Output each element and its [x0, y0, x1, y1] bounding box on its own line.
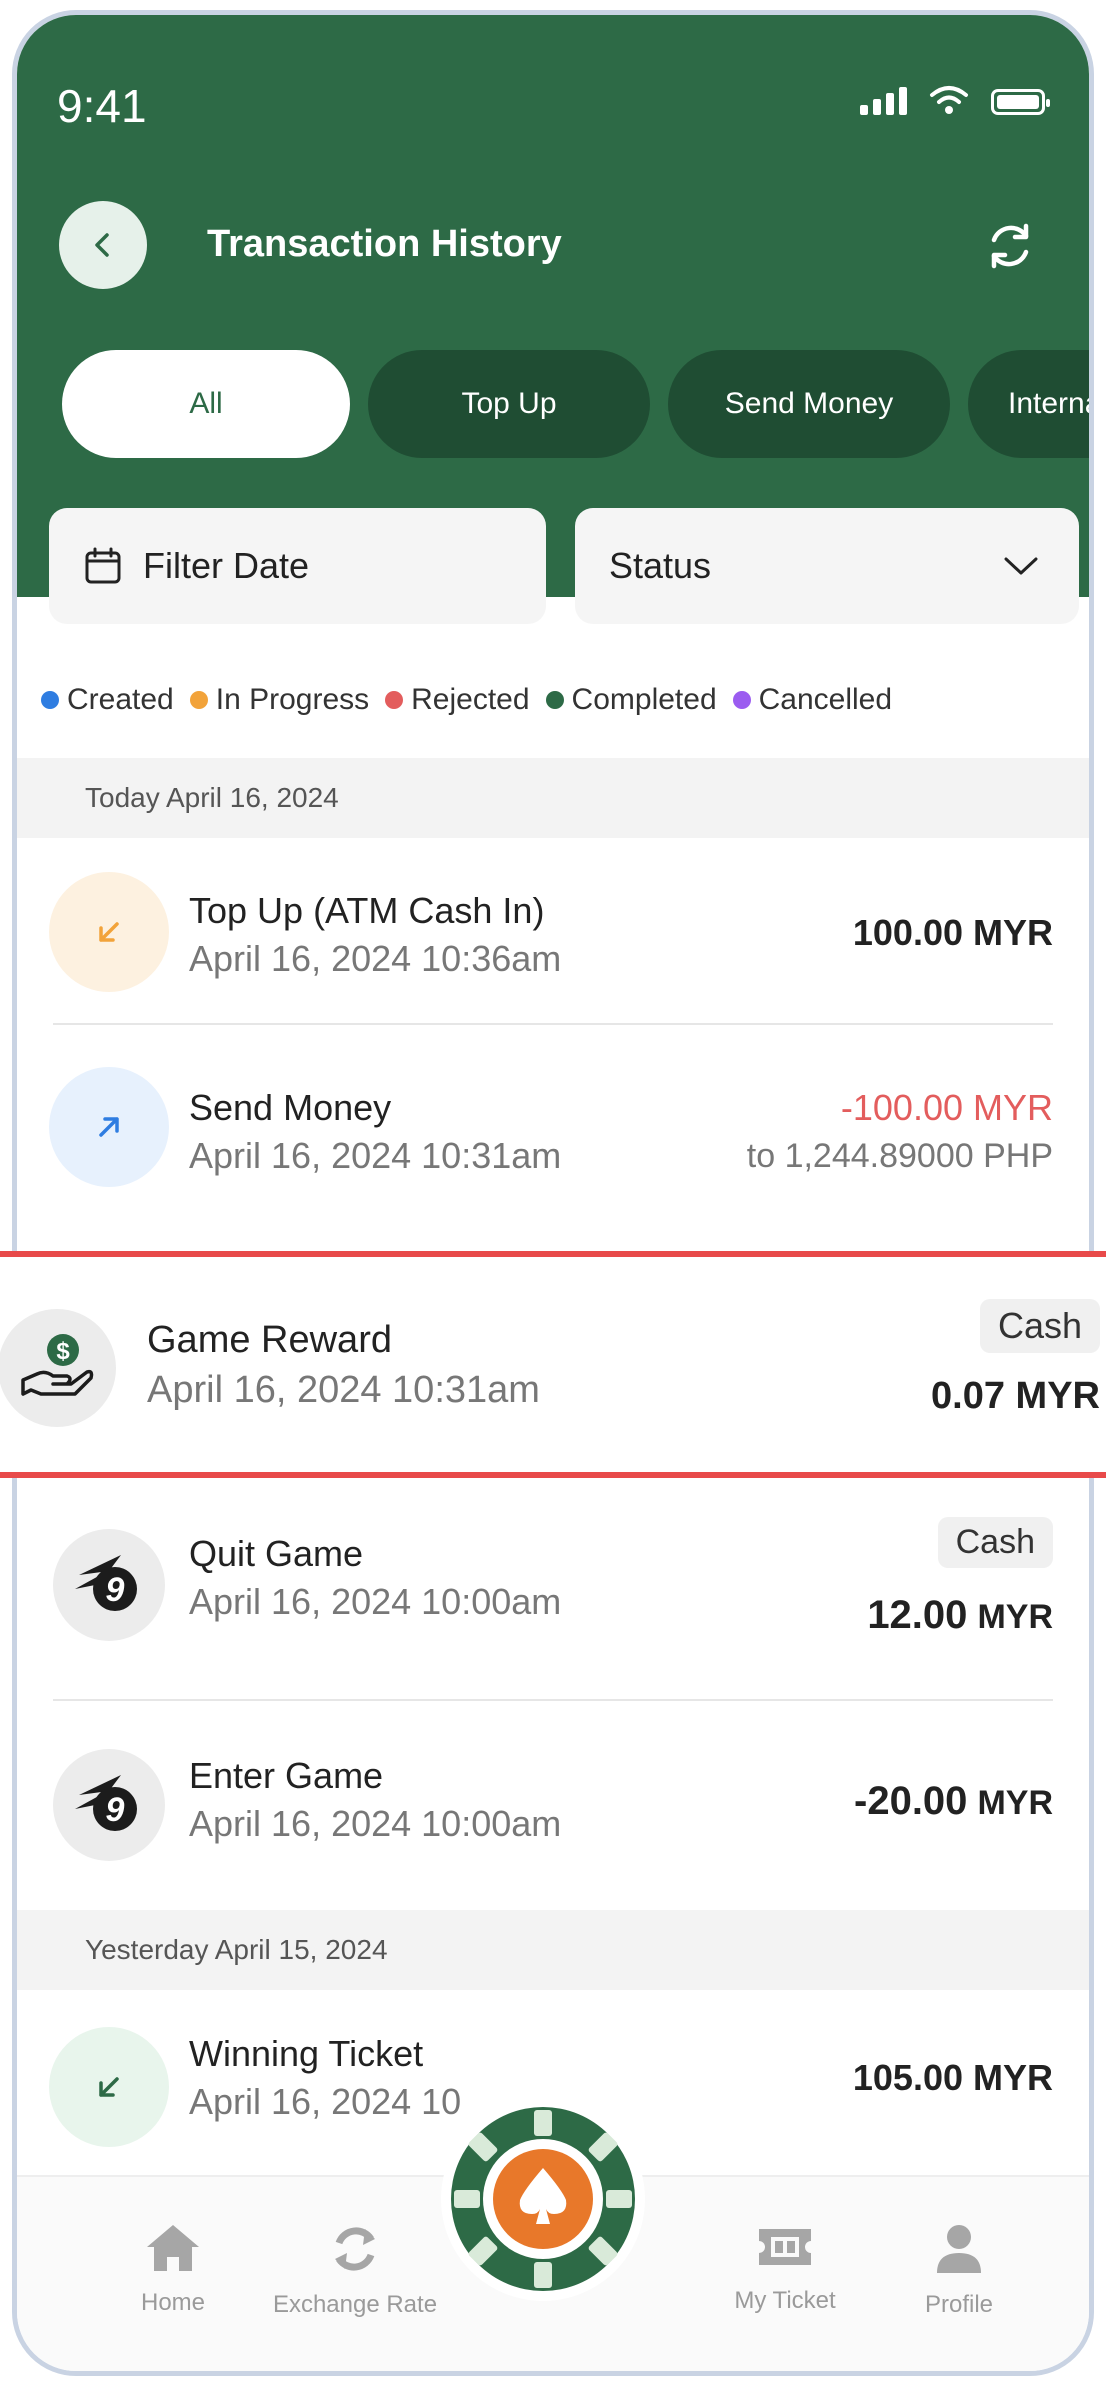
transaction-date: April 16, 2024 10 — [189, 2081, 462, 2122]
transaction-converted-amount: to 1,244.89000 PHP — [746, 1137, 1053, 1175]
tab-internal[interactable]: Internal — [968, 350, 1089, 458]
transaction-date: April 16, 2024 10:31am — [189, 1135, 562, 1176]
row-divider — [53, 1023, 1053, 1025]
calendar-icon — [85, 547, 121, 584]
legend-created: Created — [41, 683, 174, 717]
legend-dot-cancelled — [732, 691, 751, 709]
center-play-button[interactable] — [438, 2094, 648, 2304]
back-button[interactable] — [59, 201, 147, 289]
arrow-down-left-icon — [49, 872, 169, 992]
transaction-row[interactable]: Send Money April 16, 2024 10:31am -100.0… — [17, 1045, 1089, 1209]
cash-badge: Cash — [979, 1299, 1100, 1353]
money-hand-icon: $ — [0, 1309, 116, 1427]
row-divider — [53, 1699, 1053, 1701]
legend-dot-rejected — [385, 691, 404, 709]
nav-my-ticket[interactable]: My Ticket — [685, 2223, 885, 2315]
chevron-down-icon — [1004, 557, 1038, 575]
home-icon — [147, 2225, 199, 2271]
status-dropdown-label: Status — [609, 545, 712, 586]
game-logo-icon: 9 — [49, 1525, 169, 1645]
legend-dot-in-progress — [189, 691, 208, 709]
signal-icon — [860, 85, 907, 115]
transaction-amount: 105.00 MYR — [852, 2057, 1053, 2098]
arrow-up-right-icon — [49, 1067, 169, 1187]
transaction-amount: 100.00 MYR — [852, 912, 1053, 953]
nav-my-ticket-label: My Ticket — [734, 2287, 836, 2314]
game-logo-icon: 9 — [49, 1745, 169, 1865]
transaction-row[interactable]: 9 Quit Game April 16, 2024 10:00am Cash … — [17, 1495, 1089, 1675]
legend-in-progress: In Progress — [189, 683, 369, 717]
transaction-title: Top Up (ATM Cash In) — [189, 890, 545, 931]
chevron-left-icon — [95, 233, 109, 257]
filter-tabs: All Top Up Send Money Internal — [62, 350, 1089, 458]
transaction-amount: -20.00 MYR — [854, 1779, 1053, 1823]
game-logo: 9 — [53, 1529, 165, 1641]
game-logo: 9 — [53, 1749, 165, 1861]
filter-date-label: Filter Date — [143, 545, 310, 586]
cash-badge: Cash — [937, 1517, 1053, 1568]
nav-profile[interactable]: Profile — [859, 2223, 1059, 2319]
tab-all[interactable]: All — [62, 350, 350, 458]
refresh-icon — [991, 223, 1029, 269]
transaction-title: Send Money — [189, 1087, 392, 1128]
highlighted-transaction-row[interactable]: $ Game Reward April 16, 2024 10:31am Cas… — [0, 1251, 1106, 1478]
nav-exchange-rate-label: Exchange Rate — [272, 2291, 438, 2318]
nav-profile-label: Profile — [924, 2291, 994, 2318]
legend-dot-completed — [545, 691, 564, 709]
status-legend: Created In Progress Rejected Completed C… — [41, 683, 892, 717]
legend-completed: Completed — [545, 683, 717, 717]
svg-text:9: 9 — [106, 1791, 125, 1829]
transaction-row[interactable]: Top Up (ATM Cash In) April 16, 2024 10:3… — [17, 850, 1089, 1014]
tab-send-money[interactable]: Send Money — [668, 350, 950, 458]
transaction-row[interactable]: 9 Enter Game April 16, 2024 10:00am -20.… — [17, 1715, 1089, 1895]
transaction-amount: 12.00 MYR — [867, 1593, 1053, 1637]
arrow-down-left-icon — [49, 2027, 169, 2147]
nav-exchange-rate[interactable]: Exchange Rate — [255, 2223, 455, 2319]
transaction-title: Winning Ticket — [189, 2033, 424, 2074]
page-title: Transaction History — [207, 223, 562, 265]
transaction-title: Quit Game — [189, 1533, 364, 1574]
filter-date-button[interactable]: Filter Date — [49, 508, 546, 624]
phone-frame: 9:41 Transaction History All Top Up Send… — [12, 10, 1094, 2376]
legend-rejected: Rejected — [385, 683, 530, 717]
legend-dot-created — [41, 691, 59, 709]
transaction-amount: -100.00 MYR — [840, 1087, 1053, 1128]
transaction-amount: 0.07 MYR — [931, 1375, 1100, 1417]
status-dropdown[interactable]: Status — [575, 508, 1079, 624]
section-header-yesterday: Yesterday April 15, 2024 — [17, 1910, 1089, 1990]
exchange-icon — [335, 2227, 375, 2271]
section-header-today: Today April 16, 2024 — [17, 758, 1089, 838]
status-time: 9:41 — [57, 80, 147, 132]
nav-home-label: Home — [140, 2289, 206, 2316]
legend-cancelled: Cancelled — [732, 683, 892, 717]
transaction-date: April 16, 2024 10:00am — [189, 1581, 562, 1622]
transaction-date: April 16, 2024 10:00am — [189, 1803, 562, 1844]
wifi-icon — [930, 86, 968, 114]
transaction-date: April 16, 2024 10:36am — [189, 938, 562, 979]
svg-text:9: 9 — [106, 1571, 125, 1609]
transaction-date: April 16, 2024 10:31am — [147, 1369, 540, 1411]
profile-icon — [937, 2225, 981, 2273]
nav-home[interactable]: Home — [73, 2223, 273, 2317]
tab-top-up[interactable]: Top Up — [368, 350, 650, 458]
battery-icon — [991, 89, 1050, 115]
refresh-button[interactable] — [975, 211, 1045, 281]
transaction-title: Enter Game — [189, 1755, 384, 1796]
ticket-icon — [759, 2229, 811, 2265]
status-icons — [860, 85, 1050, 115]
transaction-title: Game Reward — [147, 1319, 392, 1361]
svg-text:$: $ — [56, 1338, 70, 1365]
poker-chip-icon — [441, 2097, 645, 2301]
